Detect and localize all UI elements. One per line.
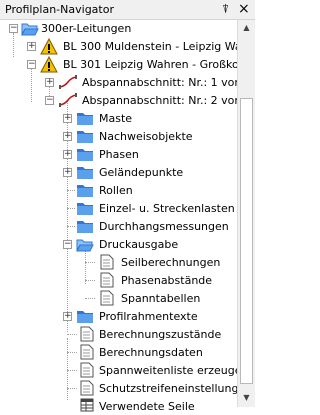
document-icon: [80, 362, 94, 378]
tree-item-rollen[interactable]: Rollen: [0, 182, 237, 199]
tree-item-label: Berechnungsdaten: [99, 346, 203, 359]
folder-icon: [77, 131, 93, 143]
tree-item-label: Abspannabschnitt: Nr.: 1 von: F: [82, 76, 237, 89]
folder-open-icon: [21, 23, 39, 36]
folder-icon: [77, 113, 93, 125]
expand-toggle[interactable]: +: [63, 312, 72, 321]
collapse-toggle[interactable]: −: [27, 60, 36, 69]
tree-connector: [67, 190, 75, 191]
tree-item-label: Schutzstreifeneinstellungen: [99, 382, 237, 395]
warning-icon: [40, 38, 58, 55]
tree-item-profilrahmentexte[interactable]: + Profilrahmentexte: [0, 308, 237, 325]
document-icon: [80, 344, 94, 360]
tree-item-gelaendepunkte[interactable]: + Geländepunkte: [0, 164, 237, 181]
tree-item-label: 300er-Leitungen: [41, 22, 132, 35]
folder-icon: [77, 167, 93, 179]
tree-item-durchhangsmessungen[interactable]: Durchhangsmessungen: [0, 218, 237, 235]
scroll-up-button[interactable]: ▲: [240, 20, 253, 36]
document-icon: [100, 290, 114, 306]
tree-connector: [67, 226, 75, 227]
tree-item-label: Berechnungszustände: [99, 328, 222, 341]
tree-item-streckenlasten[interactable]: Einzel- u. Streckenlasten: [0, 200, 237, 217]
vertical-scrollbar[interactable]: ▲ ▼: [237, 20, 255, 407]
tree-item-berechnungsdaten[interactable]: Berechnungsdaten: [0, 344, 237, 361]
tree-item-label: Phasen: [99, 148, 139, 161]
tree-item-label: Profilrahmentexte: [99, 310, 198, 323]
warning-icon: [40, 56, 58, 73]
folder-icon: [77, 203, 93, 215]
expand-toggle[interactable]: +: [27, 42, 36, 51]
tree-item-spanntabellen[interactable]: Spanntabellen: [0, 290, 237, 307]
scroll-thumb[interactable]: [240, 98, 253, 384]
expand-toggle[interactable]: +: [63, 150, 72, 159]
span-line-icon: [59, 75, 77, 89]
tree-connector: [85, 280, 95, 281]
pin-icon[interactable]: ⍒: [222, 2, 229, 17]
folder-icon: [77, 221, 93, 233]
tree-item-druckausgabe[interactable]: − Druckausgabe: [0, 236, 237, 253]
table-icon: [80, 398, 94, 412]
tree-item-berechnungszustaende[interactable]: Berechnungszustände: [0, 326, 237, 343]
tree-item-label: Phasenabstände: [121, 274, 213, 287]
document-icon: [100, 254, 114, 270]
tree-item-abspannabschnitt-1[interactable]: + Abspannabschnitt: Nr.: 1 von: F: [0, 74, 237, 91]
document-icon: [100, 272, 114, 288]
tree-item-label: BL 300 Muldenstein - Leipzig Wahren: [63, 40, 237, 53]
tree-connector: [67, 388, 77, 389]
navigator-tree: − 300er-Leitungen + BL 300 Muldenstein -…: [0, 20, 237, 407]
tree-connector: [67, 370, 77, 371]
tree-connector: [67, 208, 75, 209]
tree-item-label: Nachweisobjekte: [99, 130, 193, 143]
tree-item-label: Abspannabschnitt: Nr.: 2 von: F: [82, 94, 237, 107]
tree-item-label: Einzel- u. Streckenlasten: [99, 202, 235, 215]
span-line-icon: [59, 93, 77, 107]
tree-item-label: Durchhangsmessungen: [99, 220, 229, 233]
tree-item-label: Druckausgabe: [99, 238, 179, 251]
tree-item-label: Spannweitenliste erzeugen: [99, 364, 237, 377]
panel-title: Profilplan-Navigator: [5, 3, 114, 16]
tree-item-maste[interactable]: + Maste: [0, 110, 237, 127]
tree-item-spannweitenliste[interactable]: Spannweitenliste erzeugen: [0, 362, 237, 379]
folder-icon: [77, 149, 93, 161]
collapse-toggle[interactable]: −: [45, 96, 54, 105]
expand-toggle[interactable]: +: [63, 132, 72, 141]
tree-item-label: Geländepunkte: [99, 166, 184, 179]
document-icon: [80, 326, 94, 342]
tree-item-label: Seilberechnungen: [121, 256, 221, 269]
tree-item-label: Maste: [99, 112, 133, 125]
close-icon[interactable]: ×: [238, 1, 250, 17]
tree-item-nachweisobjekte[interactable]: + Nachweisobjekte: [0, 128, 237, 145]
tree-item-seilberechnungen[interactable]: Seilberechnungen: [0, 254, 237, 271]
tree-item-label: Spanntabellen: [121, 292, 201, 305]
tree-item-phasenabstaende[interactable]: Phasenabstände: [0, 272, 237, 289]
tree-item-bl300[interactable]: + BL 300 Muldenstein - Leipzig Wahren: [0, 38, 237, 55]
tree-connector: [67, 352, 77, 353]
tree-item-300er-leitungen[interactable]: − 300er-Leitungen: [0, 20, 237, 37]
expand-toggle[interactable]: +: [45, 78, 54, 87]
tree-item-label: BL 301 Leipzig Wahren - Großkorb: [63, 58, 237, 71]
tree-item-phasen[interactable]: + Phasen: [0, 146, 237, 163]
panel-titlebar: Profilplan-Navigator ⍒ ×: [0, 0, 255, 20]
folder-open-icon: [76, 239, 94, 252]
tree-connector: [67, 334, 77, 335]
collapse-toggle[interactable]: −: [63, 240, 72, 249]
collapse-toggle[interactable]: −: [9, 24, 18, 33]
tree-item-abspannabschnitt-2[interactable]: − Abspannabschnitt: Nr.: 2 von: F: [0, 92, 237, 109]
tree-connector: [85, 298, 95, 299]
document-icon: [80, 380, 94, 396]
expand-toggle[interactable]: +: [63, 168, 72, 177]
scroll-down-button[interactable]: ▼: [240, 390, 253, 406]
folder-icon: [77, 185, 93, 197]
tree-connector: [85, 262, 95, 263]
tree-item-schutzstreifeneinstellungen[interactable]: Schutzstreifeneinstellungen: [0, 380, 237, 397]
expand-toggle[interactable]: +: [63, 114, 72, 123]
tree-item-label: Rollen: [99, 184, 133, 197]
folder-icon: [77, 311, 93, 323]
tree-item-bl301[interactable]: − BL 301 Leipzig Wahren - Großkorb: [0, 56, 237, 73]
